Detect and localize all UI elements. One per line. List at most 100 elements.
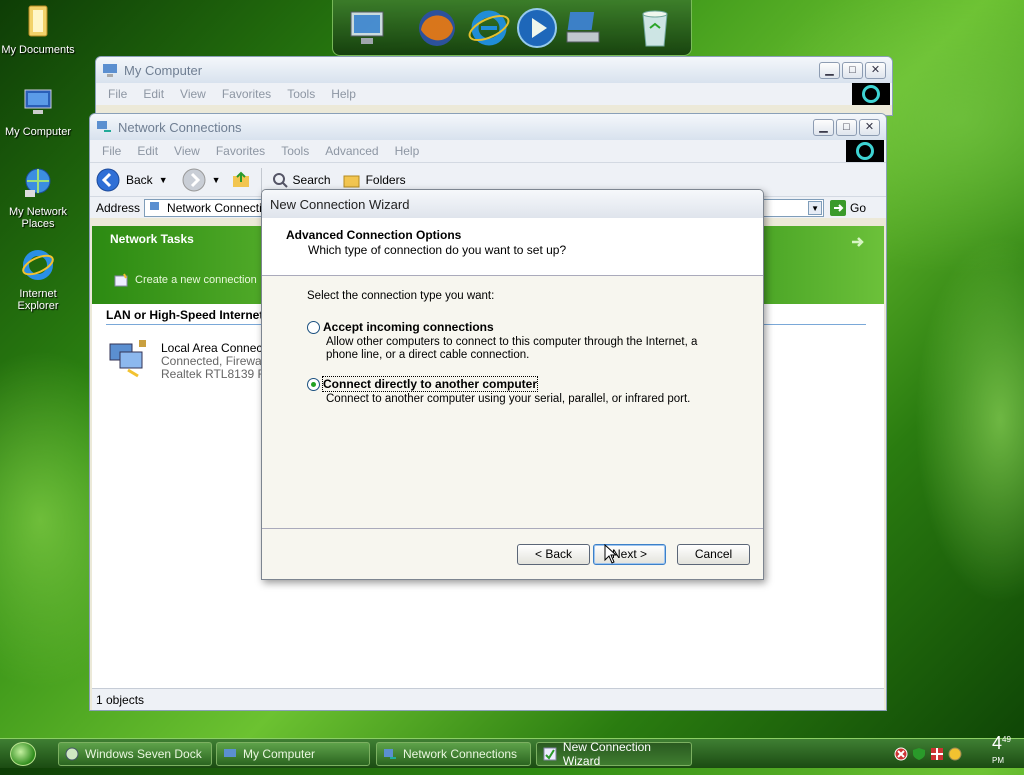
monitor-icon[interactable] xyxy=(345,6,389,50)
dock-app-icon xyxy=(65,747,79,761)
menu-tools[interactable]: Tools xyxy=(281,144,309,158)
cancel-button[interactable]: Cancel xyxy=(677,544,750,565)
shield-check-icon[interactable] xyxy=(912,747,926,761)
folder-icon xyxy=(28,5,48,37)
wizard-header-title: Advanced Connection Options xyxy=(286,228,462,242)
dialog-title-bar[interactable]: New Connection Wizard xyxy=(262,190,763,218)
clock-ampm: PM xyxy=(992,756,1004,765)
desktop-icon-internet-explorer[interactable]: Internet Explorer xyxy=(0,248,76,312)
desktop-icon-my-documents[interactable]: My Documents xyxy=(0,4,76,56)
clock-hour: 4 xyxy=(992,733,1003,753)
close-button[interactable]: ✕ xyxy=(865,62,886,79)
menu-file[interactable]: File xyxy=(102,144,121,158)
folder-up-icon[interactable] xyxy=(231,170,251,190)
address-label: Address xyxy=(96,200,141,215)
menu-edit[interactable]: Edit xyxy=(137,144,158,158)
back-dropdown-icon[interactable]: ▼ xyxy=(159,175,168,185)
wizard-header: Advanced Connection Options Which type o… xyxy=(262,218,763,276)
address-dropdown-icon[interactable]: ▼ xyxy=(808,200,823,215)
menu-favorites[interactable]: Favorites xyxy=(222,87,271,101)
menu-help[interactable]: Help xyxy=(395,144,420,158)
radio-connect-directly[interactable] xyxy=(307,378,320,391)
new-connection-wizard-dialog[interactable]: New Connection Wizard Advanced Connectio… xyxy=(261,189,764,580)
computer-icon xyxy=(103,64,117,77)
option-label: Connect directly to another computer xyxy=(321,376,539,392)
menu-edit[interactable]: Edit xyxy=(143,87,164,101)
folders-icon[interactable] xyxy=(343,172,361,188)
option-accept-incoming[interactable]: Accept incoming connections Allow other … xyxy=(307,320,763,362)
task-network-connections[interactable]: Network Connections xyxy=(376,742,531,766)
connection-type-prompt: Select the connection type you want: xyxy=(307,290,495,302)
forward-dropdown-icon[interactable]: ▼ xyxy=(212,175,221,185)
wizard-icon xyxy=(543,747,557,761)
task-new-connection-wizard[interactable]: New Connection Wizard xyxy=(536,740,692,768)
minimize-button[interactable]: ▁ xyxy=(813,119,834,136)
folders-button[interactable]: Folders xyxy=(366,173,406,187)
menu-help[interactable]: Help xyxy=(331,87,356,101)
menu-view[interactable]: View xyxy=(180,87,206,101)
forward-arrow-icon[interactable] xyxy=(182,168,206,192)
taskbar: Windows Seven Dock My Computer Network C… xyxy=(0,733,1024,768)
desktop-icon-my-network-places[interactable]: My Network Places xyxy=(0,166,76,230)
task-label: My Computer xyxy=(243,747,316,761)
media-player-icon[interactable] xyxy=(515,6,559,50)
network-drive-icon[interactable] xyxy=(561,6,605,50)
network-connections-icon xyxy=(384,749,396,759)
title-bar[interactable]: My Computer ▁ □ ✕ xyxy=(96,57,892,83)
network-connections-icon xyxy=(97,121,111,132)
firefox-icon[interactable] xyxy=(415,6,459,50)
clock-minute: 49 xyxy=(1002,735,1011,744)
menu-tools[interactable]: Tools xyxy=(287,87,315,101)
start-button[interactable] xyxy=(10,742,36,766)
ie-icon[interactable] xyxy=(467,6,511,50)
status-bar: 1 objects xyxy=(92,688,884,710)
my-computer-window[interactable]: My Computer ▁ □ ✕ File Edit View Favorit… xyxy=(95,56,893,116)
close-button[interactable]: ✕ xyxy=(859,119,880,136)
windows-brand-logo xyxy=(846,140,884,162)
menu-bar: File Edit View Favorites Tools Help xyxy=(96,83,892,105)
menu-favorites[interactable]: Favorites xyxy=(216,144,265,158)
network-tasks-title: Network Tasks xyxy=(110,232,194,246)
collapse-arrow-icon[interactable] xyxy=(850,234,866,250)
wizard-footer: < Back Next > Cancel xyxy=(262,528,763,579)
go-arrow-icon[interactable] xyxy=(830,199,847,216)
network-globe-icon xyxy=(25,168,51,197)
dock xyxy=(332,0,692,56)
task-label: New Connection Wizard xyxy=(562,740,651,768)
volume-icon[interactable] xyxy=(948,747,962,761)
mouse-cursor-icon xyxy=(604,544,618,564)
clock[interactable]: 449 PM xyxy=(992,733,1011,775)
recycle-bin-icon[interactable] xyxy=(633,6,677,50)
maximize-button[interactable]: □ xyxy=(842,62,863,79)
title-bar[interactable]: Network Connections ▁ □ ✕ xyxy=(90,114,886,140)
menu-view[interactable]: View xyxy=(174,144,200,158)
back-button[interactable]: Back xyxy=(126,173,153,187)
window-title: My Computer xyxy=(124,62,203,78)
minimize-button[interactable]: ▁ xyxy=(819,62,840,79)
search-icon[interactable] xyxy=(272,172,288,188)
task-windows-seven-dock[interactable]: Windows Seven Dock xyxy=(58,742,212,766)
menu-advanced[interactable]: Advanced xyxy=(325,144,378,158)
network-tray-icon[interactable] xyxy=(930,747,944,761)
computer-icon xyxy=(24,89,52,114)
wizard-body: Select the connection type you want: Acc… xyxy=(262,276,763,530)
radio-accept-incoming[interactable] xyxy=(307,321,320,334)
desktop-icon-label: My Computer xyxy=(4,126,72,138)
maximize-button[interactable]: □ xyxy=(836,119,857,136)
ie-icon xyxy=(22,250,54,280)
go-button[interactable]: Go xyxy=(850,201,866,215)
task-label: Network Connections xyxy=(403,747,518,761)
option-label: Accept incoming connections xyxy=(323,320,494,334)
desktop-icon-label: Internet Explorer xyxy=(17,288,59,312)
option-connect-directly[interactable]: Connect directly to another computer Con… xyxy=(307,376,763,406)
security-alert-icon[interactable] xyxy=(894,747,908,761)
back-arrow-icon[interactable] xyxy=(96,168,120,192)
search-button[interactable]: Search xyxy=(293,173,331,187)
wizard-header-subtitle: Which type of connection do you want to … xyxy=(308,243,567,257)
back-button[interactable]: < Back xyxy=(517,544,590,565)
network-connections-icon xyxy=(150,201,160,210)
task-my-computer[interactable]: My Computer xyxy=(216,742,370,766)
menu-file[interactable]: File xyxy=(108,87,127,101)
desktop-icon-my-computer[interactable]: My Computer xyxy=(0,86,76,138)
create-new-connection-link[interactable]: Create a new connection xyxy=(135,274,257,286)
